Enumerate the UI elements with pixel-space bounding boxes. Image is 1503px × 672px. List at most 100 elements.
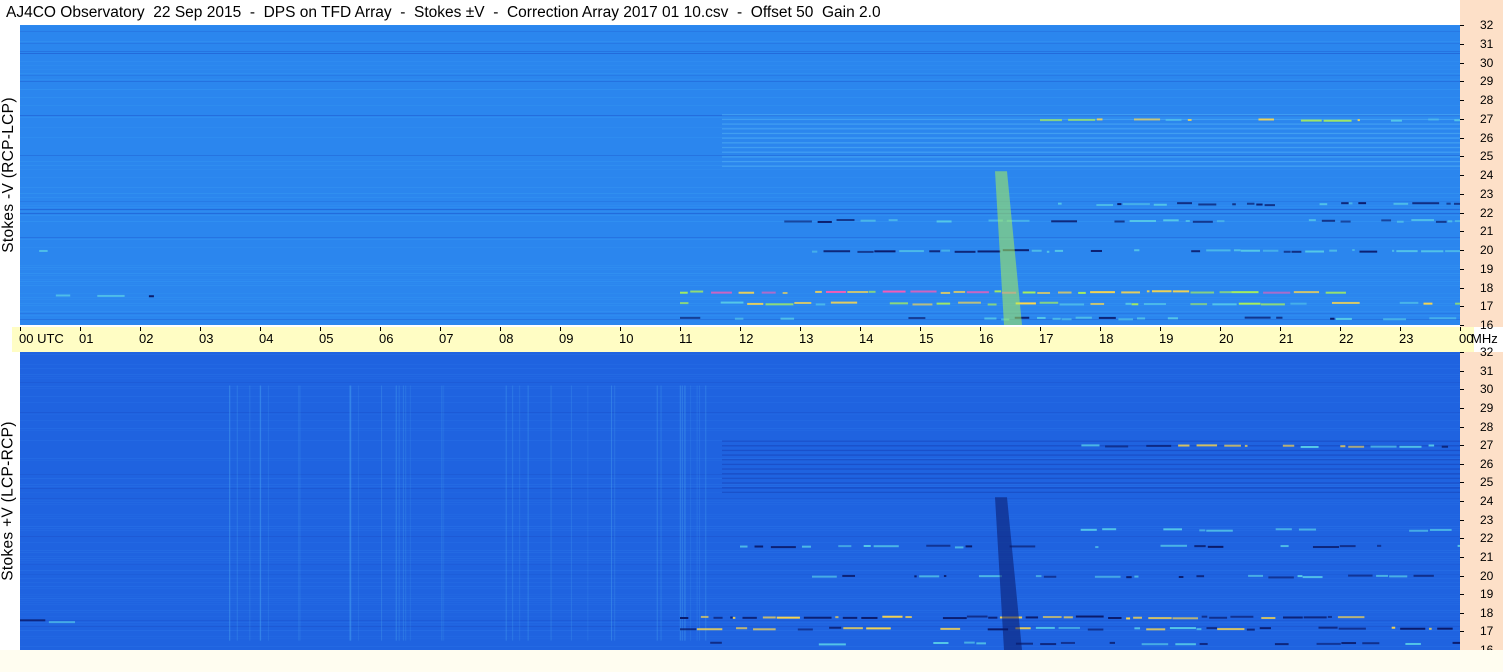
band-stripe <box>722 440 1460 442</box>
interference-line <box>1031 249 1042 252</box>
interference-line <box>1169 627 1196 630</box>
interference-line <box>1291 250 1302 253</box>
interference-line <box>1057 291 1072 294</box>
interference-line <box>1429 528 1452 531</box>
interference-line <box>1312 546 1340 549</box>
interference-line <box>1216 220 1225 223</box>
interference-line <box>1413 574 1434 577</box>
interference-line <box>1232 203 1236 206</box>
interference-line <box>1206 249 1231 252</box>
interference-line <box>1160 544 1187 547</box>
interference-line <box>1058 626 1080 629</box>
interference-line <box>1238 302 1261 305</box>
interference-line <box>1167 317 1178 320</box>
interference-line <box>696 628 723 631</box>
interference-line <box>770 546 796 549</box>
spectrogram-top-canvas <box>20 25 1460 325</box>
interference-line <box>966 291 989 294</box>
freq-tick-label: 20 <box>1480 568 1494 583</box>
band-stripe <box>722 459 1460 461</box>
interference-line <box>1206 529 1233 532</box>
texture-line <box>20 526 1460 527</box>
vertical-streak <box>505 385 507 641</box>
interference-line <box>1102 528 1117 531</box>
texture-line <box>20 281 1460 282</box>
interference-line <box>964 641 975 644</box>
texture-line <box>20 598 1460 599</box>
texture-line <box>20 638 1460 639</box>
vertical-streak <box>249 385 251 641</box>
freq-tick-label: 23 <box>1480 512 1494 527</box>
interference-line <box>1009 545 1036 548</box>
interference-line <box>926 544 951 547</box>
interference-line <box>1146 628 1166 631</box>
texture-line <box>20 382 1460 383</box>
interference-line <box>977 250 1001 253</box>
interference-line <box>936 220 952 223</box>
interference-line <box>857 250 874 253</box>
texture-line <box>20 428 1460 429</box>
interference-line <box>1134 575 1139 578</box>
interference-line <box>1090 291 1115 294</box>
interference-line <box>976 642 986 645</box>
interference-line <box>954 546 964 549</box>
texture-line <box>20 283 1460 284</box>
interference-line <box>1054 249 1064 252</box>
interference-line <box>730 616 733 619</box>
band-stripe <box>722 160 1460 163</box>
vertical-streak <box>358 385 360 641</box>
interference-line <box>765 303 794 306</box>
interference-line <box>1187 118 1192 121</box>
interference-line <box>888 219 898 222</box>
interference-line <box>1126 617 1131 620</box>
vertical-streak <box>229 385 231 641</box>
interference-line <box>843 627 863 630</box>
freq-tick <box>1460 231 1464 233</box>
interference-line <box>1185 219 1190 222</box>
time-tick-label: 11 <box>679 331 693 346</box>
band-stripe <box>722 487 1460 489</box>
freq-tick-label: 22 <box>1480 205 1494 220</box>
interference-line <box>1125 302 1132 305</box>
interference-line <box>1411 219 1434 222</box>
interference-line <box>1129 220 1156 223</box>
interference-line <box>1190 291 1215 294</box>
interference-line <box>1078 291 1086 294</box>
interference-line <box>700 615 709 618</box>
texture-line <box>20 560 1460 561</box>
vertical-streak <box>402 385 404 641</box>
interference-line <box>1126 576 1132 579</box>
freq-tick-label: 29 <box>1480 400 1494 415</box>
interference-line <box>1300 119 1322 122</box>
interference-line <box>711 291 732 294</box>
texture-line <box>20 594 1460 595</box>
vertical-streak <box>681 385 683 641</box>
vertical-streak <box>660 385 662 641</box>
interference-line <box>1037 316 1046 319</box>
texture-line <box>20 374 1460 375</box>
interference-line <box>1040 643 1057 646</box>
interference-line <box>784 220 812 223</box>
interference-line <box>801 545 811 548</box>
interference-line <box>860 219 876 222</box>
interference-line <box>866 627 891 630</box>
texture-line <box>20 127 1460 128</box>
interference-line <box>1331 301 1360 304</box>
freq-tick <box>1460 212 1464 214</box>
freq-tick <box>1460 25 1464 26</box>
interference-line <box>1340 220 1351 223</box>
interference-line <box>1068 118 1096 121</box>
interference-line <box>994 290 1002 293</box>
freq-tick-label: 26 <box>1480 456 1494 471</box>
interference-line <box>1090 249 1102 252</box>
interference-line <box>1258 118 1274 121</box>
interference-line <box>1052 317 1061 320</box>
interference-line <box>1381 219 1392 222</box>
interference-line <box>97 294 125 297</box>
texture-line <box>20 41 1460 42</box>
interference-line <box>1409 529 1429 532</box>
time-tick-label: 07 <box>439 331 454 346</box>
interference-line <box>812 250 818 253</box>
texture-line <box>20 61 1460 62</box>
texture-line <box>20 53 1460 54</box>
